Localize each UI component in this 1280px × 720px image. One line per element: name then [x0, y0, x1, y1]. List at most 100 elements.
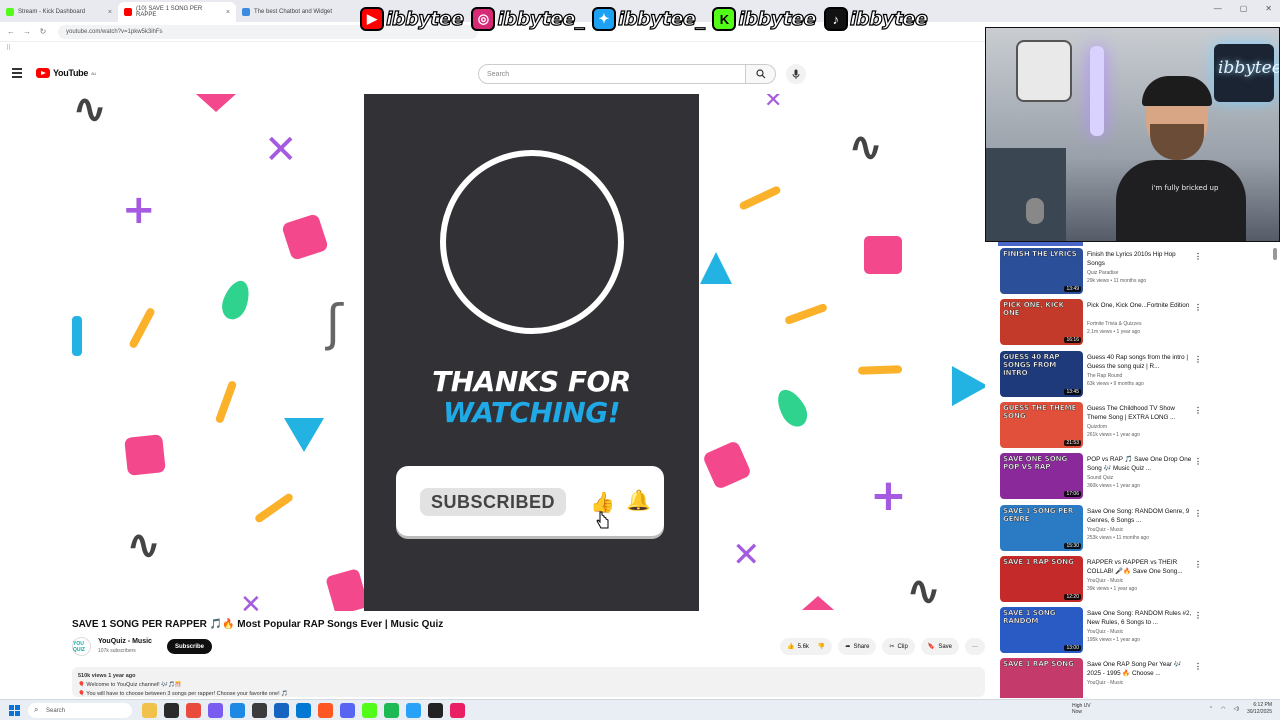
file-explorer-icon[interactable] — [142, 703, 157, 718]
like-button[interactable]: 👍 5.6k 👎 — [780, 638, 833, 655]
recommended-video[interactable]: GUESS THE THEME SONG 21:53 Guess The Child… — [998, 400, 1280, 450]
scrollbar-thumb[interactable] — [1273, 248, 1277, 260]
youtube-region: AU — [91, 70, 97, 76]
video-title[interactable]: Finish the Lyrics 2010s Hip Hop Songs — [1087, 250, 1193, 268]
windows-start-icon[interactable] — [9, 705, 20, 716]
search-button[interactable] — [746, 64, 776, 84]
video-title[interactable]: Save One RAP Song Per Year 🎶 2025 - 1995… — [1087, 660, 1193, 678]
channel-avatar[interactable]: YOU QUIZ — [72, 637, 91, 656]
youtube-logo[interactable]: YouTube AU — [36, 68, 96, 78]
video-thumbnail[interactable]: GUESS THE THEME SONG 21:53 — [1000, 401, 1083, 448]
channel-name[interactable]: YouQuiz - Music — [1087, 680, 1193, 686]
video-title[interactable]: RAPPER vs RAPPER vs THEIR COLLAB! 🎤🔥 Sav… — [1087, 558, 1193, 576]
hamburger-menu-icon[interactable] — [12, 68, 22, 78]
more-options-icon[interactable]: ⋮ — [1194, 560, 1202, 569]
mail-icon[interactable] — [296, 703, 311, 718]
browser-tab-youtube[interactable]: (10) SAVE 1 SONG PER RAPPE × — [118, 2, 236, 22]
spotify-icon[interactable] — [384, 703, 399, 718]
tray-chevron-icon[interactable]: ⌃ — [1209, 706, 1213, 712]
video-thumbnail[interactable]: FINISH THE LYRICS 13:49 — [1000, 248, 1083, 294]
kick-app-icon[interactable] — [362, 703, 377, 718]
edge-icon[interactable] — [230, 703, 245, 718]
more-options-icon[interactable]: ⋮ — [1194, 457, 1202, 466]
chrome-icon[interactable] — [186, 703, 201, 718]
scrollbar[interactable] — [1272, 246, 1278, 698]
search-input[interactable]: Search — [478, 64, 746, 84]
video-thumbnail[interactable]: SAVE 1 SONG RANDOM 13:00 — [1000, 607, 1083, 654]
back-icon[interactable]: ← — [6, 27, 16, 36]
recommended-video[interactable]: SAVE 1 SONG RANDOM 13:00 Save One Song: RA… — [998, 605, 1280, 655]
voice-search-button[interactable] — [786, 64, 806, 84]
close-window-icon[interactable]: ✕ — [1265, 4, 1272, 13]
channel-name[interactable]: YouQuiz - Music — [1087, 578, 1193, 584]
minimize-icon[interactable]: — — [1214, 4, 1222, 13]
tab-close-icon[interactable]: × — [108, 9, 112, 16]
more-options-icon[interactable]: ⋮ — [1194, 509, 1202, 518]
share-button[interactable]: ➦ Share — [838, 638, 877, 655]
obs-icon[interactable] — [208, 703, 223, 718]
more-options-icon[interactable]: ⋮ — [1194, 252, 1202, 261]
reload-icon[interactable]: ↻ — [38, 27, 48, 36]
video-thumbnail[interactable]: GUESS 40 RAP SONGS FROM INTRO 13:45 — [1000, 350, 1083, 397]
video-title[interactable]: Save One Song: RANDOM Rules #2, New Rule… — [1087, 609, 1193, 627]
video-title[interactable]: Guess 40 Rap songs from the intro | Gues… — [1087, 353, 1193, 371]
video-title[interactable]: Guess The Childhood TV Show Theme Song |… — [1087, 404, 1193, 422]
video-thumbnail[interactable]: SAVE 1 SONG PER GENRE 15:30 — [1000, 504, 1083, 551]
brave-icon[interactable] — [318, 703, 333, 718]
more-options-icon[interactable]: ⋮ — [1194, 303, 1202, 312]
maximize-icon[interactable]: ▢ — [1240, 4, 1248, 13]
channel-name[interactable]: YouQuiz - Music — [98, 638, 152, 645]
steam-icon[interactable] — [406, 703, 421, 718]
volume-icon[interactable]: ◁) — [1233, 706, 1239, 712]
recommended-video[interactable]: SAVE ONE SONG POP VS RAP 17:06 POP vs RAP … — [998, 451, 1280, 501]
wifi-icon[interactable]: ◠ — [1221, 706, 1225, 712]
weather-widget[interactable]: High UV Now — [1072, 703, 1091, 715]
more-options-icon[interactable]: ⋮ — [1194, 406, 1202, 415]
recommended-video[interactable]: SAVE 1 RAP SONG 12:20 RAPPER vs RAPPER vs … — [998, 554, 1280, 604]
forward-icon[interactable]: → — [22, 27, 32, 36]
recommended-video[interactable]: SAVE 1 SONG PER GENRE 15:30 Save One Song:… — [998, 503, 1280, 553]
channel-name[interactable]: The Rap Round — [1087, 373, 1193, 379]
app-icon[interactable] — [252, 703, 267, 718]
video-title[interactable]: POP vs RAP 🎵 Save One Drop One Song 🎶 Mu… — [1087, 455, 1193, 473]
browser-tab-chatbot[interactable]: The best Chatbot and Widget — [236, 2, 354, 22]
video-meta: 195k views • 1 year ago — [1087, 637, 1140, 644]
taskbar-search[interactable]: ⌕ Search — [28, 703, 132, 718]
channel-name[interactable]: YouQuiz - Music — [1087, 629, 1193, 635]
discord-icon[interactable] — [340, 703, 355, 718]
channel-name[interactable]: Fortnite Trivia & Quizzes — [1087, 321, 1193, 327]
recommended-video[interactable]: GUESS 40 RAP SONGS FROM INTRO 13:45 Guess … — [998, 349, 1280, 399]
video-thumbnail[interactable]: PICK ONE, KICK ONE 16:16 — [1000, 299, 1083, 346]
terminal-icon[interactable] — [164, 703, 179, 718]
browser-tab-kick[interactable]: Stream - Kick Dashboard × — [0, 2, 118, 22]
more-options-icon[interactable]: ⋮ — [1194, 662, 1202, 671]
capcut-icon[interactable] — [450, 703, 465, 718]
channel-name[interactable]: YouQuiz - Music — [1087, 527, 1193, 533]
video-meta: 261k views • 1 year ago — [1087, 431, 1140, 438]
channel-name[interactable]: Sound Quiz — [1087, 475, 1193, 481]
clip-button[interactable]: ✂ Clip — [882, 638, 915, 655]
more-options-icon[interactable]: ⋮ — [1194, 355, 1202, 364]
description-box[interactable]: 510k views 1 year ago 🎈 Welcome to YouQu… — [72, 667, 985, 697]
dislike-icon[interactable]: 👎 — [818, 643, 825, 650]
outlook-icon[interactable] — [274, 703, 289, 718]
channel-name[interactable]: Quizdom — [1087, 424, 1193, 430]
video-player[interactable]: ∿ ✕ + ʃ ∿ ✕ ✕ ∿ + ✕ ∿ THANKS FOR WATCHIN… — [72, 94, 985, 611]
video-thumbnail[interactable]: SAVE 1 RAP SONG — [1000, 658, 1083, 698]
apps-grid-icon[interactable]: ⠿ — [6, 44, 11, 52]
video-thumbnail[interactable]: SAVE ONE SONG POP VS RAP 17:06 — [1000, 453, 1083, 500]
obs-studio-icon[interactable] — [428, 703, 443, 718]
recommended-video[interactable]: PICK ONE, KICK ONE 16:16 Pick One, Kick On… — [998, 297, 1280, 347]
clock[interactable]: 6:12 PM 30/12/2025 — [1247, 702, 1272, 716]
video-thumbnail[interactable]: SAVE 1 RAP SONG 12:20 — [1000, 555, 1083, 602]
more-actions-button[interactable]: ··· — [965, 638, 985, 655]
channel-name[interactable]: Quiz Paradise — [1087, 270, 1193, 276]
video-title[interactable]: Pick One, Kick One...Fortnite Edition — [1087, 301, 1193, 319]
subscribe-button[interactable]: Subscribe — [167, 639, 213, 654]
more-options-icon[interactable]: ⋮ — [1194, 611, 1202, 620]
save-button[interactable]: 🔖 Save — [920, 638, 959, 655]
video-title[interactable]: Save One Song: RANDOM Genre, 9 Genres, 6… — [1087, 507, 1193, 525]
recommended-video[interactable]: FINISH THE LYRICS 13:49 Finish the Lyrics … — [998, 246, 1280, 296]
tab-close-icon[interactable]: × — [226, 9, 230, 16]
recommended-video[interactable]: SAVE 1 RAP SONG Save One RAP Song Per Yea… — [998, 656, 1280, 698]
